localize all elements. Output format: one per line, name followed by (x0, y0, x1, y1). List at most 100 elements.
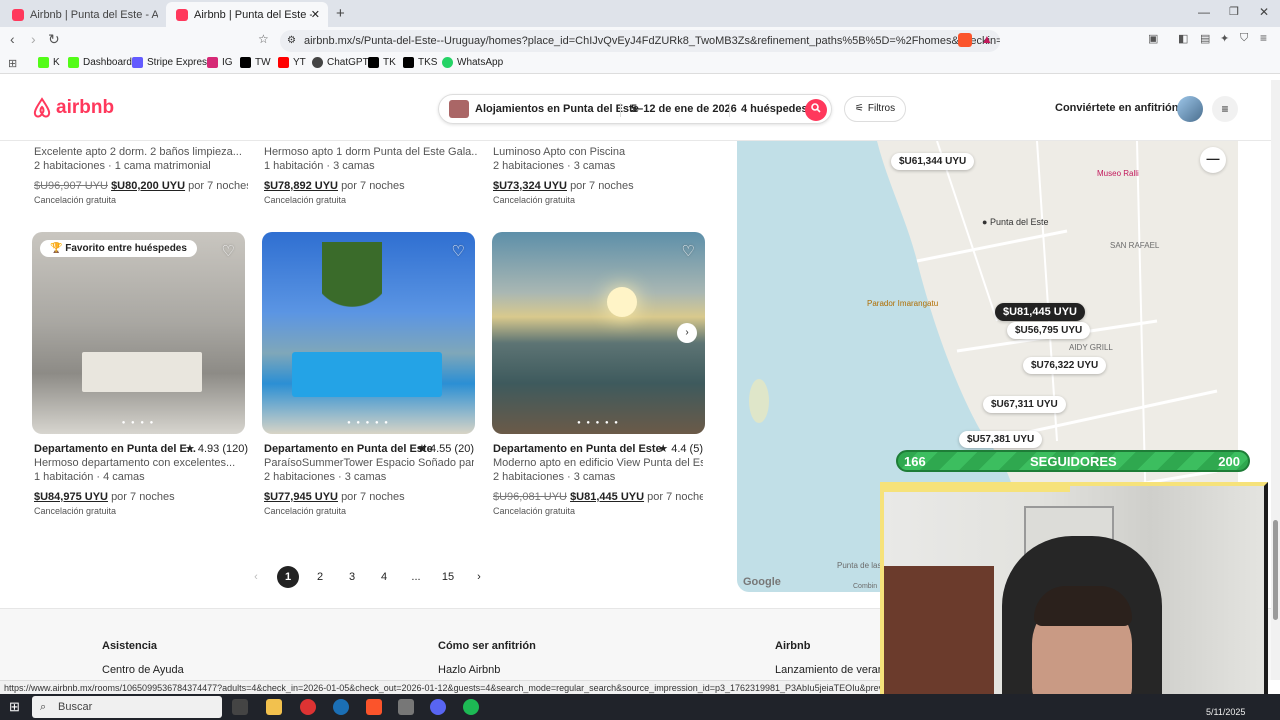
bookmark-k[interactable]: K (38, 57, 60, 68)
heart-icon[interactable]: ♡ (682, 242, 695, 260)
forward-icon[interactable]: › (31, 31, 36, 47)
map-price-pin[interactable]: $U76,322 UYU (1023, 357, 1107, 374)
listing-rooms: 1 habitación · 3 camas (264, 160, 375, 172)
footer-link[interactable]: Lanzamiento de verano (775, 664, 890, 676)
app-icon[interactable] (398, 699, 414, 715)
bookmark-label: TKS (418, 57, 438, 68)
search-button[interactable] (805, 99, 827, 121)
apps-grid-icon[interactable]: ⊞ (8, 57, 17, 70)
listing-card[interactable]: Departamento en Punta del Este ★ 4.55 (20… (264, 442, 474, 518)
taskbar-search[interactable]: ⌕ Buscar (32, 696, 222, 718)
map-price-pin[interactable]: $U61,344 UYU (891, 153, 975, 170)
page-2[interactable]: 2 (309, 566, 331, 588)
brave-shield-icon[interactable] (958, 33, 972, 47)
listing-per: por 7 noches (188, 180, 248, 192)
footer-link[interactable]: Hazlo Airbnb (438, 664, 500, 676)
task-view-icon[interactable] (232, 699, 248, 715)
x-icon (240, 57, 251, 68)
page-4[interactable]: 4 (373, 566, 395, 588)
listing-desc: Moderno apto en edificio View Punta del … (493, 457, 703, 469)
url-field[interactable]: ⚙ airbnb.mx/s/Punta-del-Este--Uruguay/ho… (280, 30, 1000, 52)
listing-card-top[interactable]: Hermoso apto 1 dorm Punta del Este Gala.… (264, 145, 478, 207)
bookmark-icon[interactable]: ☆ (258, 32, 269, 46)
close-window-icon[interactable]: ✕ (1259, 5, 1269, 19)
next-page-button[interactable]: › (468, 566, 490, 588)
next-photo-button[interactable]: › (677, 323, 697, 343)
spotify-icon[interactable] (463, 699, 479, 715)
listing-title: Departamento en Punta del E... (34, 443, 196, 455)
search-bar[interactable]: Alojamientos en Punta del Este 5–12 de e… (438, 94, 832, 124)
leo-ai-icon[interactable]: ✦ (1220, 32, 1229, 45)
zoom-out-button[interactable]: — (1200, 147, 1226, 173)
listing-card-top[interactable]: Excelente apto 2 dorm. 2 baños limpieza.… (34, 145, 248, 207)
listing-photo[interactable]: ♡ › ● ● ● ● ● (492, 232, 705, 434)
close-tab-icon[interactable]: ✕ (311, 8, 320, 21)
site-info-icon[interactable]: ⚙ (287, 30, 296, 52)
sun-image (607, 287, 637, 317)
brave-icon[interactable] (366, 699, 382, 715)
airbnb-logo[interactable]: airbnb (32, 97, 114, 119)
bookmark-tks[interactable]: TKS (403, 57, 437, 68)
map-price-pin[interactable]: $U56,795 UYU (1007, 322, 1091, 339)
discord-icon[interactable] (430, 699, 446, 715)
search-location[interactable]: Alojamientos en Punta del Este (475, 103, 639, 115)
prev-page-button[interactable]: ‹ (245, 566, 267, 588)
listing-rating: ★ 4.4 (5) (658, 443, 703, 455)
footer-link[interactable]: Centro de Ayuda (102, 664, 184, 676)
wallet-icon[interactable]: ▤ (1200, 32, 1210, 45)
bookmark-tw[interactable]: TW (240, 57, 271, 68)
bookmark-stripe[interactable]: Stripe Express (132, 57, 212, 68)
page-15[interactable]: 15 (437, 566, 459, 588)
new-tab-button[interactable]: + (336, 5, 345, 22)
become-host-link[interactable]: Conviértete en anfitrión (1055, 102, 1178, 114)
hamburger-menu-button[interactable]: ≡ (1212, 96, 1238, 122)
listing-cancel: Cancelación gratuita (34, 506, 117, 516)
browser-tab[interactable]: Airbnb | Punta del Este - Alojamiento (2, 2, 162, 27)
bookmark-dashboard[interactable]: Dashboard (68, 57, 132, 68)
steam-icon[interactable] (333, 699, 349, 715)
scrollbar[interactable] (1271, 80, 1280, 680)
vpn-icon[interactable]: ⛉ (1240, 32, 1248, 45)
extensions-icon[interactable]: ▣ (1148, 32, 1158, 45)
restore-icon[interactable]: ❐ (1229, 5, 1239, 18)
listing-card-top[interactable]: Luminoso Apto con Piscina 2 habitaciones… (493, 145, 707, 207)
file-explorer-icon[interactable] (266, 699, 282, 715)
menu-icon[interactable]: ≡ (1260, 31, 1267, 45)
brave-rewards-icon[interactable]: ▲ (981, 32, 993, 46)
page-1[interactable]: 1 (277, 566, 299, 588)
menu-icon: ≡ (1221, 102, 1229, 116)
listing-card[interactable]: Departamento en Punta del Este ★ 4.4 (5) … (493, 442, 703, 518)
minimize-icon[interactable]: — (1198, 5, 1210, 19)
bookmark-yt[interactable]: YT (278, 57, 306, 68)
tiktok-icon (403, 57, 414, 68)
map-price-pin-selected[interactable]: $U81,445 UYU (995, 303, 1085, 321)
search-guests[interactable]: 4 huéspedes (741, 103, 808, 115)
back-icon[interactable]: ‹ (10, 31, 15, 47)
home-icon (449, 100, 469, 118)
footer-heading: Cómo ser anfitrión (438, 640, 536, 652)
search-dates[interactable]: 5–12 de ene de 2026 (631, 103, 737, 115)
filters-button[interactable]: ⚟ Filtros (844, 96, 906, 122)
listing-card[interactable]: Departamento en Punta del E... ★ 4.93 (12… (34, 442, 248, 518)
browser-tab-active[interactable]: Airbnb | Punta del Este - Alojam ✕ (166, 2, 328, 27)
map-price-pin[interactable]: $U67,311 UYU (983, 396, 1066, 413)
bookmark-tk[interactable]: TK (368, 57, 396, 68)
bookmark-ig[interactable]: IG (207, 57, 233, 68)
avatar[interactable] (1177, 96, 1203, 122)
windows-start-icon[interactable]: ⊞ (9, 699, 20, 715)
map-price-pin[interactable]: $U57,381 UYU (959, 431, 1043, 448)
carousel-dots: ● ● ● ● (121, 420, 156, 426)
listing-photo[interactable]: ♡ ● ● ● ● ● (262, 232, 475, 434)
obs-icon[interactable] (300, 699, 316, 715)
reload-icon[interactable]: ↻ (48, 31, 60, 48)
listing-photo[interactable]: 🏆 Favorito entre huéspedes ♡ ● ● ● ● (32, 232, 245, 434)
page-3[interactable]: 3 (341, 566, 363, 588)
listing-price: $U84,975 UYU (34, 491, 108, 503)
heart-icon[interactable]: ♡ (222, 242, 235, 260)
sidebar-icon[interactable]: ◧ (1178, 32, 1188, 45)
scrollbar-thumb[interactable] (1273, 520, 1278, 620)
table-image (82, 352, 202, 392)
heart-icon[interactable]: ♡ (452, 242, 465, 260)
bookmark-chatgpt[interactable]: ChatGPT (312, 57, 369, 68)
bookmark-whatsapp[interactable]: WhatsApp (442, 57, 503, 68)
